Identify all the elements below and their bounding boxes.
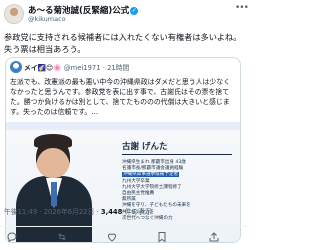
quote-author-handle[interactable]: @mei1971: [64, 64, 101, 72]
quote-date[interactable]: 21時間: [107, 64, 129, 72]
more-options-icon[interactable]: •••: [235, 3, 249, 13]
quote-author-avatar[interactable]: [10, 61, 22, 73]
tweet-date[interactable]: 2026年6月22日: [44, 208, 95, 216]
quote-separator: ·: [102, 64, 105, 72]
share-icon[interactable]: [208, 231, 220, 243]
reply-icon[interactable]: [6, 231, 18, 243]
tweet-text: 参政党に支持される候補者には入れたくない有権者は多いよね。失う票は相当あろう。: [4, 32, 242, 54]
quote-author-name[interactable]: メイ🌠😊🌸: [24, 64, 62, 72]
poster-header-strip: [6, 122, 240, 130]
view-count-label: 件の表示: [124, 208, 152, 216]
quote-header: メイ🌠😊🌸 @mei1971 · 21時間: [24, 62, 129, 72]
quote-attached-image[interactable]: 古謝 げんた 沖縄県生まれ 那覇市出身 43歳 名護市長/那覇市議会議員経験 沖…: [6, 122, 240, 242]
view-count: 3,448: [100, 208, 123, 216]
verified-badge-icon: ✓: [130, 7, 139, 15]
bookmark-icon[interactable]: [156, 231, 168, 243]
quote-text: 左派でも、改憲派の最も悪い中今の沖縄県政はダメだと思う人は少なくなかったと思うん…: [10, 78, 231, 116]
timestamp-separator: ·: [39, 208, 42, 216]
tweet-time[interactable]: 午後11:49: [4, 208, 37, 216]
like-icon[interactable]: [106, 231, 118, 243]
candidate-photo-hair: [34, 134, 72, 148]
poster-candidate-name: 古謝 げんた: [122, 142, 168, 152]
poster-divider: [122, 154, 232, 155]
poster-detail-line: 次世代へつなぐ沖縄の力: [122, 215, 173, 221]
author-handle[interactable]: @kikumaco: [28, 15, 66, 23]
author-avatar[interactable]: [4, 4, 24, 24]
retweet-icon[interactable]: [56, 231, 68, 243]
timestamp-separator: ·: [96, 208, 99, 216]
tweet-timestamp: 午後11:49 · 2026年6月22日 · 3,448 件の表示: [4, 206, 152, 216]
candidate-photo-tie: [51, 182, 57, 206]
poster-badge-label: 沖縄県知事選挙候補予定者: [122, 172, 180, 178]
